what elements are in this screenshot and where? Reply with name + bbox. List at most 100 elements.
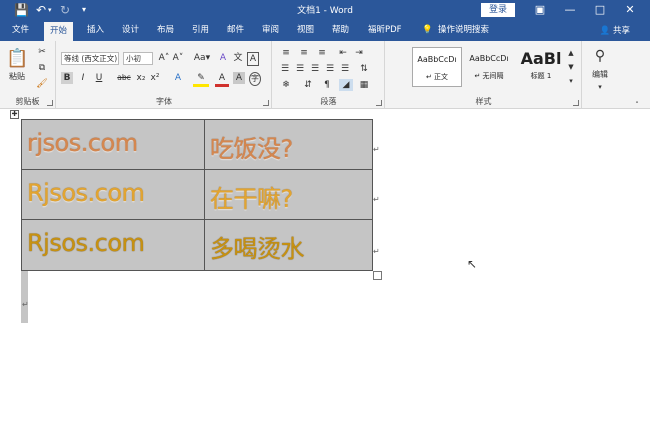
shrink-font-icon[interactable]: A˅ [172,52,184,64]
table-cell[interactable]: rjsos.com [21,119,205,170]
find-icon[interactable]: ⚲ [591,47,609,65]
clear-formatting-icon[interactable]: A [217,52,229,64]
styles-scroll-down-icon[interactable]: ▼ [566,61,576,73]
tab-design[interactable]: 设计 [122,24,139,37]
close-button[interactable]: ✕ [615,0,645,20]
italic-button[interactable]: I [77,72,89,84]
distributed-icon[interactable]: ☰ [339,63,351,75]
table-cell[interactable]: 吃饭没? [204,119,373,170]
table-resize-handle[interactable] [373,271,382,280]
table-cell[interactable]: 多喝烫水 [204,219,373,271]
style-heading-1-name: 标题 1 [530,72,552,80]
font-color-icon[interactable]: A [215,72,229,87]
tab-view[interactable]: 视图 [297,24,314,37]
line-spacing-icon[interactable]: ⇅ [357,63,371,75]
character-border-icon[interactable]: A [247,52,259,66]
font-size-combo[interactable]: 小初 [123,52,153,65]
copy-icon[interactable]: ⧉ [36,62,48,74]
style-no-spacing[interactable]: AaBbCcDı ↵ 无间隔 [464,47,514,87]
font-name-combo[interactable]: 等线 (西文正文) [61,52,119,65]
align-center-icon[interactable]: ☰ [294,63,306,75]
cut-icon[interactable]: ✂ [36,46,48,58]
minimize-button[interactable]: — [555,0,585,20]
person-icon: 👤 [599,26,611,36]
styles-scroll-up-icon[interactable]: ▲ [566,47,576,59]
table-cell[interactable]: 在干嘛? [204,169,373,220]
clipboard-group: 📋 粘贴 ✂ ⧉ 🖌 剪贴板 [0,41,56,109]
login-button[interactable]: 登录 [481,3,515,17]
paste-icon[interactable]: 📋 [6,47,28,71]
table-cell[interactable]: Rjsos.com [21,219,205,271]
document-area[interactable]: ✚ rjsos.com 吃饭没? Rjsos.com 在干嘛? Rjsos.co… [0,110,650,428]
decrease-indent-icon[interactable]: ⇤ [337,47,349,59]
table-move-handle-icon[interactable]: ✚ [10,110,19,119]
cell-text: 在干嘛? [210,185,293,213]
tab-layout[interactable]: 布局 [157,24,174,37]
strikethrough-button[interactable]: abc [115,72,133,84]
editing-label[interactable]: 编辑 [585,69,615,81]
multilevel-list-icon[interactable]: ≡ [315,47,329,59]
font-launcher-icon[interactable] [263,100,269,106]
enclose-characters-icon[interactable]: 字 [249,72,261,86]
editing-group: ⚲ 编辑 ▾ [583,41,619,109]
share-button[interactable]: 👤 共享 [600,24,630,36]
align-left-icon[interactable]: ☰ [279,63,291,75]
justify-icon[interactable]: ☰ [324,63,336,75]
superscript-button[interactable]: x² [149,72,161,84]
cell-text: 吃饭没? [210,135,293,163]
table-cell[interactable]: Rjsos.com [21,169,205,220]
chinese-layout-icon[interactable]: ❄ [279,79,293,91]
tab-help[interactable]: 帮助 [332,24,349,37]
style-no-spacing-name: ↵ 无间隔 [474,72,504,80]
style-no-spacing-preview: AaBbCcDı [469,54,509,63]
paragraph-group-label: 段落 [320,97,337,106]
subscript-button[interactable]: x₂ [135,72,147,84]
tell-me-search[interactable]: 操作说明搜索 [438,24,489,37]
paste-label[interactable]: 粘贴 [4,71,30,83]
align-right-icon[interactable]: ☰ [309,63,321,75]
paragraph-group: ≡ ≡ ≡ ⇤ ⇥ ☰ ☰ ☰ ☰ ☰ ⇅ ❄ ⇵ ¶ ◢ ▦ 段落 [273,41,385,109]
style-normal[interactable]: AaBbCcDı ↵ 正文 [412,47,462,87]
cell-text: Rjsos.com [27,179,145,207]
numbering-icon[interactable]: ≡ [297,47,311,59]
style-normal-preview: AaBbCcDı [417,55,457,64]
underline-button[interactable]: U [93,72,105,84]
styles-more-icon[interactable]: ▾ [566,75,576,87]
tab-mailings[interactable]: 邮件 [227,24,244,37]
shading-icon[interactable]: ◢ [339,79,353,91]
editing-dropdown-icon[interactable]: ▾ [595,81,605,93]
sort-icon[interactable]: ⇵ [301,79,315,91]
phonetic-guide-icon[interactable]: 文 [232,52,244,64]
paragraph-launcher-icon[interactable] [376,100,382,106]
tab-references[interactable]: 引用 [192,24,209,37]
style-normal-name: ↵ 正文 [425,73,449,81]
tab-foxit-pdf[interactable]: 福昕PDF [368,24,402,37]
share-label: 共享 [612,26,630,36]
clipboard-launcher-icon[interactable] [47,100,53,106]
increase-indent-icon[interactable]: ⇥ [353,47,365,59]
highlight-icon[interactable]: ✎ [193,72,209,87]
maximize-button[interactable]: □ [585,0,615,20]
tab-review[interactable]: 审阅 [262,24,279,37]
tab-insert[interactable]: 插入 [87,24,104,37]
ribbon: 📋 粘贴 ✂ ⧉ 🖌 剪贴板 等线 (西文正文) 小初 A˄ A˅ Aa▾ A … [0,41,650,109]
text-effects-icon[interactable]: A [171,72,185,84]
change-case-icon[interactable]: Aa▾ [192,52,212,64]
character-shading-icon[interactable]: A [233,72,245,84]
style-heading-1[interactable]: AaBl 标题 1 [516,47,566,87]
grow-font-icon[interactable]: A˄ [158,52,170,64]
tab-home[interactable]: 开始 [44,22,74,41]
cell-text: 多喝烫水 [210,235,305,263]
borders-icon[interactable]: ▦ [357,79,371,91]
bullets-icon[interactable]: ≡ [279,47,293,59]
format-painter-icon[interactable]: 🖌 [36,78,48,90]
show-marks-icon[interactable]: ¶ [321,79,333,91]
row-end-mark: ↵ [373,247,380,256]
styles-launcher-icon[interactable] [573,100,579,106]
cell-text: rjsos.com [27,129,138,157]
tab-file[interactable]: 文件 [12,24,29,37]
bold-button[interactable]: B [61,72,73,84]
ribbon-display-options-icon[interactable]: ▣ [525,0,555,20]
style-heading-1-preview: AaBl [520,49,562,68]
styles-group: AaBbCcDı ↵ 正文 AaBbCcDı ↵ 无间隔 AaBl 标题 1 ▲… [386,41,582,109]
